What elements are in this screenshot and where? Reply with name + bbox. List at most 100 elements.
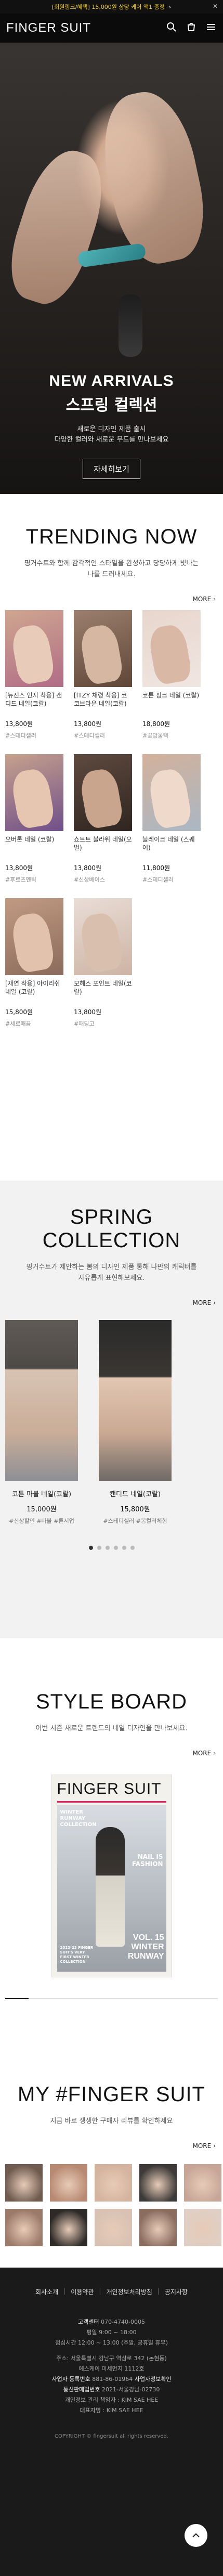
product-price: 11,800원 — [142, 864, 170, 872]
pagination-dot[interactable] — [97, 1546, 101, 1550]
product-card[interactable]: [뉴진스 인지 착용] 캔디드 네일(코랄) 13,800원 #스테디셀러 — [5, 610, 63, 740]
footer-separator: | — [99, 2287, 101, 2295]
styleboard-magazine-cover[interactable]: FINGER SUIT WINTER RUNWAY COLLECTION NAI… — [51, 1775, 172, 1977]
product-image[interactable] — [5, 898, 63, 975]
footer-tel: 통신판매업번호 2021-서울강남-02730 — [0, 2385, 223, 2395]
product-card[interactable]: 모헤스 포인트 네일(코랄) 13,800원 #패딩고 — [74, 898, 132, 1028]
promo-text[interactable]: [회원링크/혜택] 15,000원 상당 케어 액1 증정 — [52, 3, 165, 11]
product-name[interactable]: 코튼 핑크 네일 (코랄) — [142, 691, 201, 716]
product-image[interactable] — [142, 754, 201, 831]
footer-biz-check-link[interactable]: 사업자정보확인 — [135, 2376, 172, 2383]
footer-link-notice[interactable]: 공지사항 — [165, 2287, 188, 2296]
review-photo-grid — [0, 2164, 223, 2246]
footer-link-company[interactable]: 회사소개 — [35, 2287, 58, 2296]
review-photo[interactable] — [184, 2164, 221, 2202]
review-photo[interactable] — [184, 2209, 221, 2246]
product-name[interactable]: [재연 착용] 아이리쉬 네일 (코랄) — [5, 979, 63, 1004]
arrow-up-icon[interactable] — [185, 2524, 207, 2547]
pagination-dot[interactable] — [122, 1546, 126, 1550]
review-photo[interactable] — [95, 2209, 132, 2246]
footer-tel-no: 2021-서울강남-02730 — [101, 2386, 160, 2393]
pagination-dot[interactable] — [88, 1546, 93, 1550]
styleboard-scrollbar[interactable] — [5, 1998, 218, 1999]
product-price: 13,800원 — [74, 1008, 102, 1016]
spring-desc: 핑거수트가 제안하는 봄의 디자인 제품 통해 나만의 캐릭터를 자유롭게 표현… — [0, 1262, 223, 1284]
product-name[interactable]: 모헤스 포인트 네일(코랄) — [74, 979, 132, 1004]
spring-carousel[interactable]: 코튼 마블 네일(코랄) 15,000원 #신상할인 #마블 #튼시업 캔디드 … — [0, 1320, 223, 1525]
myfs-more-link[interactable]: MORE › — [0, 2142, 223, 2150]
hero-banner[interactable]: NEW ARRIVALS 스프링 컬렉션 새로운 디자인 제품 출시 다양한 컬… — [0, 14, 223, 494]
product-name[interactable]: 오버톤 네일 (코랄) — [5, 835, 63, 860]
product-card[interactable]: 쇼트트 블라위 네일(오벌) 13,800원 #신상베이스 — [74, 754, 132, 884]
product-card[interactable]: 오버톤 네일 (코랄) 13,800원 #후르츠멘틱 — [5, 754, 63, 884]
header: FINGER SUIT — [0, 14, 223, 43]
product-image-hand — [9, 623, 56, 686]
spring-card-name[interactable]: 캔디드 네일(코랄) — [99, 1488, 172, 1498]
pagination-dot[interactable] — [105, 1546, 110, 1550]
spring-pagination[interactable] — [0, 1546, 223, 1550]
product-tags: #스테디셀러 — [142, 876, 174, 883]
review-photo[interactable] — [5, 2164, 43, 2202]
search-icon[interactable] — [166, 22, 177, 35]
product-card[interactable]: [재연 착용] 아이리쉬 네일 (코랄) 15,800원 #세로매끔 — [5, 898, 63, 1028]
product-card[interactable]: 코튼 핑크 네일 (코랄) 18,800원 #꽃망울택 — [142, 610, 201, 740]
product-image[interactable] — [5, 610, 63, 687]
magazine-vol: VOL. 15 WINTER RUNWAY — [128, 1933, 164, 1961]
product-image[interactable] — [5, 754, 63, 831]
hero-bead-image — [119, 294, 142, 357]
footer-link-terms[interactable]: 이용약관 — [71, 2287, 94, 2296]
spring-card[interactable]: 캔디드 네일(코랄) 15,800원 #스테디셀러 #봄컬러체험 — [99, 1320, 172, 1525]
styleboard-more-link[interactable]: MORE › — [0, 1750, 223, 1757]
review-photo[interactable] — [139, 2209, 177, 2246]
magazine-small-text: 2022-23 FINGER SUIT'S VERY FIRST WINTER … — [60, 1946, 94, 1964]
spring-more-link[interactable]: MORE › — [0, 1299, 223, 1306]
product-image[interactable] — [142, 610, 201, 687]
styleboard-scrollbar-thumb[interactable] — [5, 1998, 29, 1999]
spring-card-name[interactable]: 코튼 마블 네일(코랄) — [5, 1488, 78, 1498]
trending-grid: [뉴진스 인지 착용] 캔디드 네일(코랄) 13,800원 #스테디셀러 [I… — [0, 610, 223, 1028]
cart-icon[interactable] — [186, 22, 197, 35]
menu-icon[interactable] — [205, 22, 217, 35]
magazine-strip — [57, 1801, 166, 1803]
footer-cs: 고객센터 070-4740-0005 — [0, 2317, 223, 2327]
footer-address: 주소: 서울특별시 강남구 역삼로 342 (논현동) — [56, 2355, 167, 2362]
product-name[interactable]: 쇼트트 블라위 네일(오벌) — [74, 835, 132, 860]
styleboard-desc: 이번 시즌 새로운 트렌드의 네일 디자인을 만나보세요. — [35, 1725, 188, 1732]
pagination-dot[interactable] — [113, 1546, 118, 1550]
hero-eyebrow: NEW ARRIVALS — [49, 372, 174, 390]
product-tags: #세로매끔 — [5, 1020, 31, 1027]
promo-arrow-icon: › — [168, 3, 172, 10]
footer-phone[interactable]: 070-4740-0005 — [101, 2319, 145, 2325]
magazine-masthead: FINGER SUIT — [57, 1780, 162, 1797]
promo-close-icon[interactable]: ✕ — [213, 3, 218, 10]
product-name[interactable]: [뉴진스 인지 착용] 캔디드 네일(코랄) — [5, 691, 63, 716]
footer-link-privacy[interactable]: 개인정보처리방침 — [106, 2287, 152, 2296]
hero-title: 스프링 컬렉션 — [65, 396, 158, 415]
product-image[interactable] — [74, 898, 132, 975]
logo[interactable]: FINGER SUIT — [6, 21, 91, 35]
magazine-mid-text: NAIL IS FASHION — [132, 1853, 163, 1868]
spring-card-image[interactable] — [5, 1320, 78, 1481]
product-image[interactable] — [74, 610, 132, 687]
footer-separator: | — [157, 2287, 160, 2295]
product-name[interactable]: [ITZY 채령 착용] 코코브라운 네일(코랄) — [74, 691, 132, 716]
product-name[interactable]: 블레이크 네일 (스퀘어) — [142, 835, 201, 860]
review-photo[interactable] — [50, 2209, 87, 2246]
trending-more-link[interactable]: MORE › — [0, 596, 223, 603]
product-card[interactable]: 블레이크 네일 (스퀘어) 11,800원 #스테디셀러 — [142, 754, 201, 884]
more-label: MORE — [192, 596, 212, 603]
spring-card[interactable]: 코튼 마블 네일(코랄) 15,000원 #신상할인 #마블 #튼시업 — [5, 1320, 78, 1525]
footer-hours-label: 평일 — [86, 2329, 97, 2336]
trending-desc-line: 핑거수트와 함께 감각적인 스타일을 완성하고 당당하게 빛나는 — [24, 560, 199, 567]
product-card[interactable]: [ITZY 채령 착용] 코코브라운 네일(코랄) 13,800원 #스테디셀러 — [74, 610, 132, 740]
review-photo[interactable] — [95, 2164, 132, 2202]
product-image[interactable] — [74, 754, 132, 831]
review-photo[interactable] — [139, 2164, 177, 2202]
hero-detail-button[interactable]: 자세히보기 — [82, 459, 140, 479]
promo-bar[interactable]: [회원링크/혜택] 15,000원 상당 케어 액1 증정 › ✕ — [0, 0, 223, 14]
review-photo[interactable] — [50, 2164, 87, 2202]
pagination-dot[interactable] — [130, 1546, 135, 1550]
spring-card-image[interactable] — [99, 1320, 172, 1481]
product-image-hand — [147, 767, 193, 830]
review-photo[interactable] — [5, 2209, 43, 2246]
